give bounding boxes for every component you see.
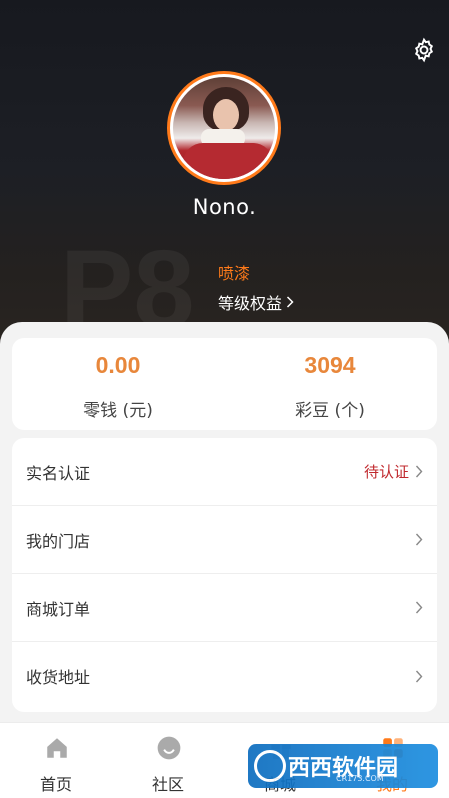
tab-label: 社区 bbox=[151, 775, 184, 794]
menu-item-address[interactable]: 收货地址 bbox=[12, 642, 437, 710]
avatar-photo bbox=[173, 77, 275, 179]
menu-item-verification[interactable]: 实名认证 待认证 bbox=[12, 438, 437, 506]
menu-item-label: 收货地址 bbox=[26, 668, 91, 687]
menu-list: 实名认证 待认证 我的门店 商城订单 收货地址 bbox=[12, 438, 437, 712]
chevron-right-icon bbox=[415, 533, 423, 546]
chevron-right-icon bbox=[286, 296, 294, 308]
menu-item-label: 实名认证 bbox=[26, 463, 91, 483]
level-benefits-label: 等级权益 bbox=[218, 294, 283, 313]
change-label: 零钱 (元) bbox=[83, 401, 153, 421]
smile-icon bbox=[157, 736, 181, 760]
level-name: 喷漆 bbox=[218, 264, 251, 283]
level-benefits-link[interactable]: 等级权益 bbox=[218, 290, 294, 314]
username: Nono. bbox=[192, 195, 257, 219]
tab-community[interactable]: 社区 bbox=[112, 723, 224, 798]
chevron-right-icon bbox=[415, 670, 423, 682]
change-value: 0.00 bbox=[95, 352, 141, 378]
menu-item-my-store[interactable]: 我的门店 bbox=[12, 506, 437, 574]
menu-item-label: 商城订单 bbox=[26, 599, 91, 619]
gear-icon bbox=[414, 37, 434, 63]
beans-balance[interactable]: 3094 彩豆 (个) bbox=[224, 338, 436, 430]
menu-item-orders[interactable]: 商城订单 bbox=[12, 574, 437, 642]
watermark-logo-icon bbox=[254, 750, 286, 782]
avatar[interactable] bbox=[167, 71, 281, 185]
chevron-right-icon bbox=[415, 601, 423, 614]
beans-label: 彩豆 (个) bbox=[295, 401, 365, 421]
settings-button[interactable] bbox=[411, 37, 437, 63]
beans-value: 3094 bbox=[304, 352, 356, 378]
home-icon bbox=[47, 738, 67, 758]
wallet-card: 0.00 零钱 (元) 3094 彩豆 (个) bbox=[12, 338, 437, 430]
change-balance[interactable]: 0.00 零钱 (元) bbox=[12, 338, 224, 430]
tab-home[interactable]: 首页 bbox=[0, 723, 112, 798]
menu-item-label: 我的门店 bbox=[26, 531, 91, 551]
watermark-subtext: CR173.COM bbox=[336, 774, 384, 783]
verification-status: 待认证 bbox=[363, 463, 409, 481]
tab-label: 首页 bbox=[39, 775, 72, 794]
chevron-right-icon bbox=[415, 465, 423, 478]
site-watermark: 西西软件园 CR173.COM bbox=[248, 744, 438, 788]
